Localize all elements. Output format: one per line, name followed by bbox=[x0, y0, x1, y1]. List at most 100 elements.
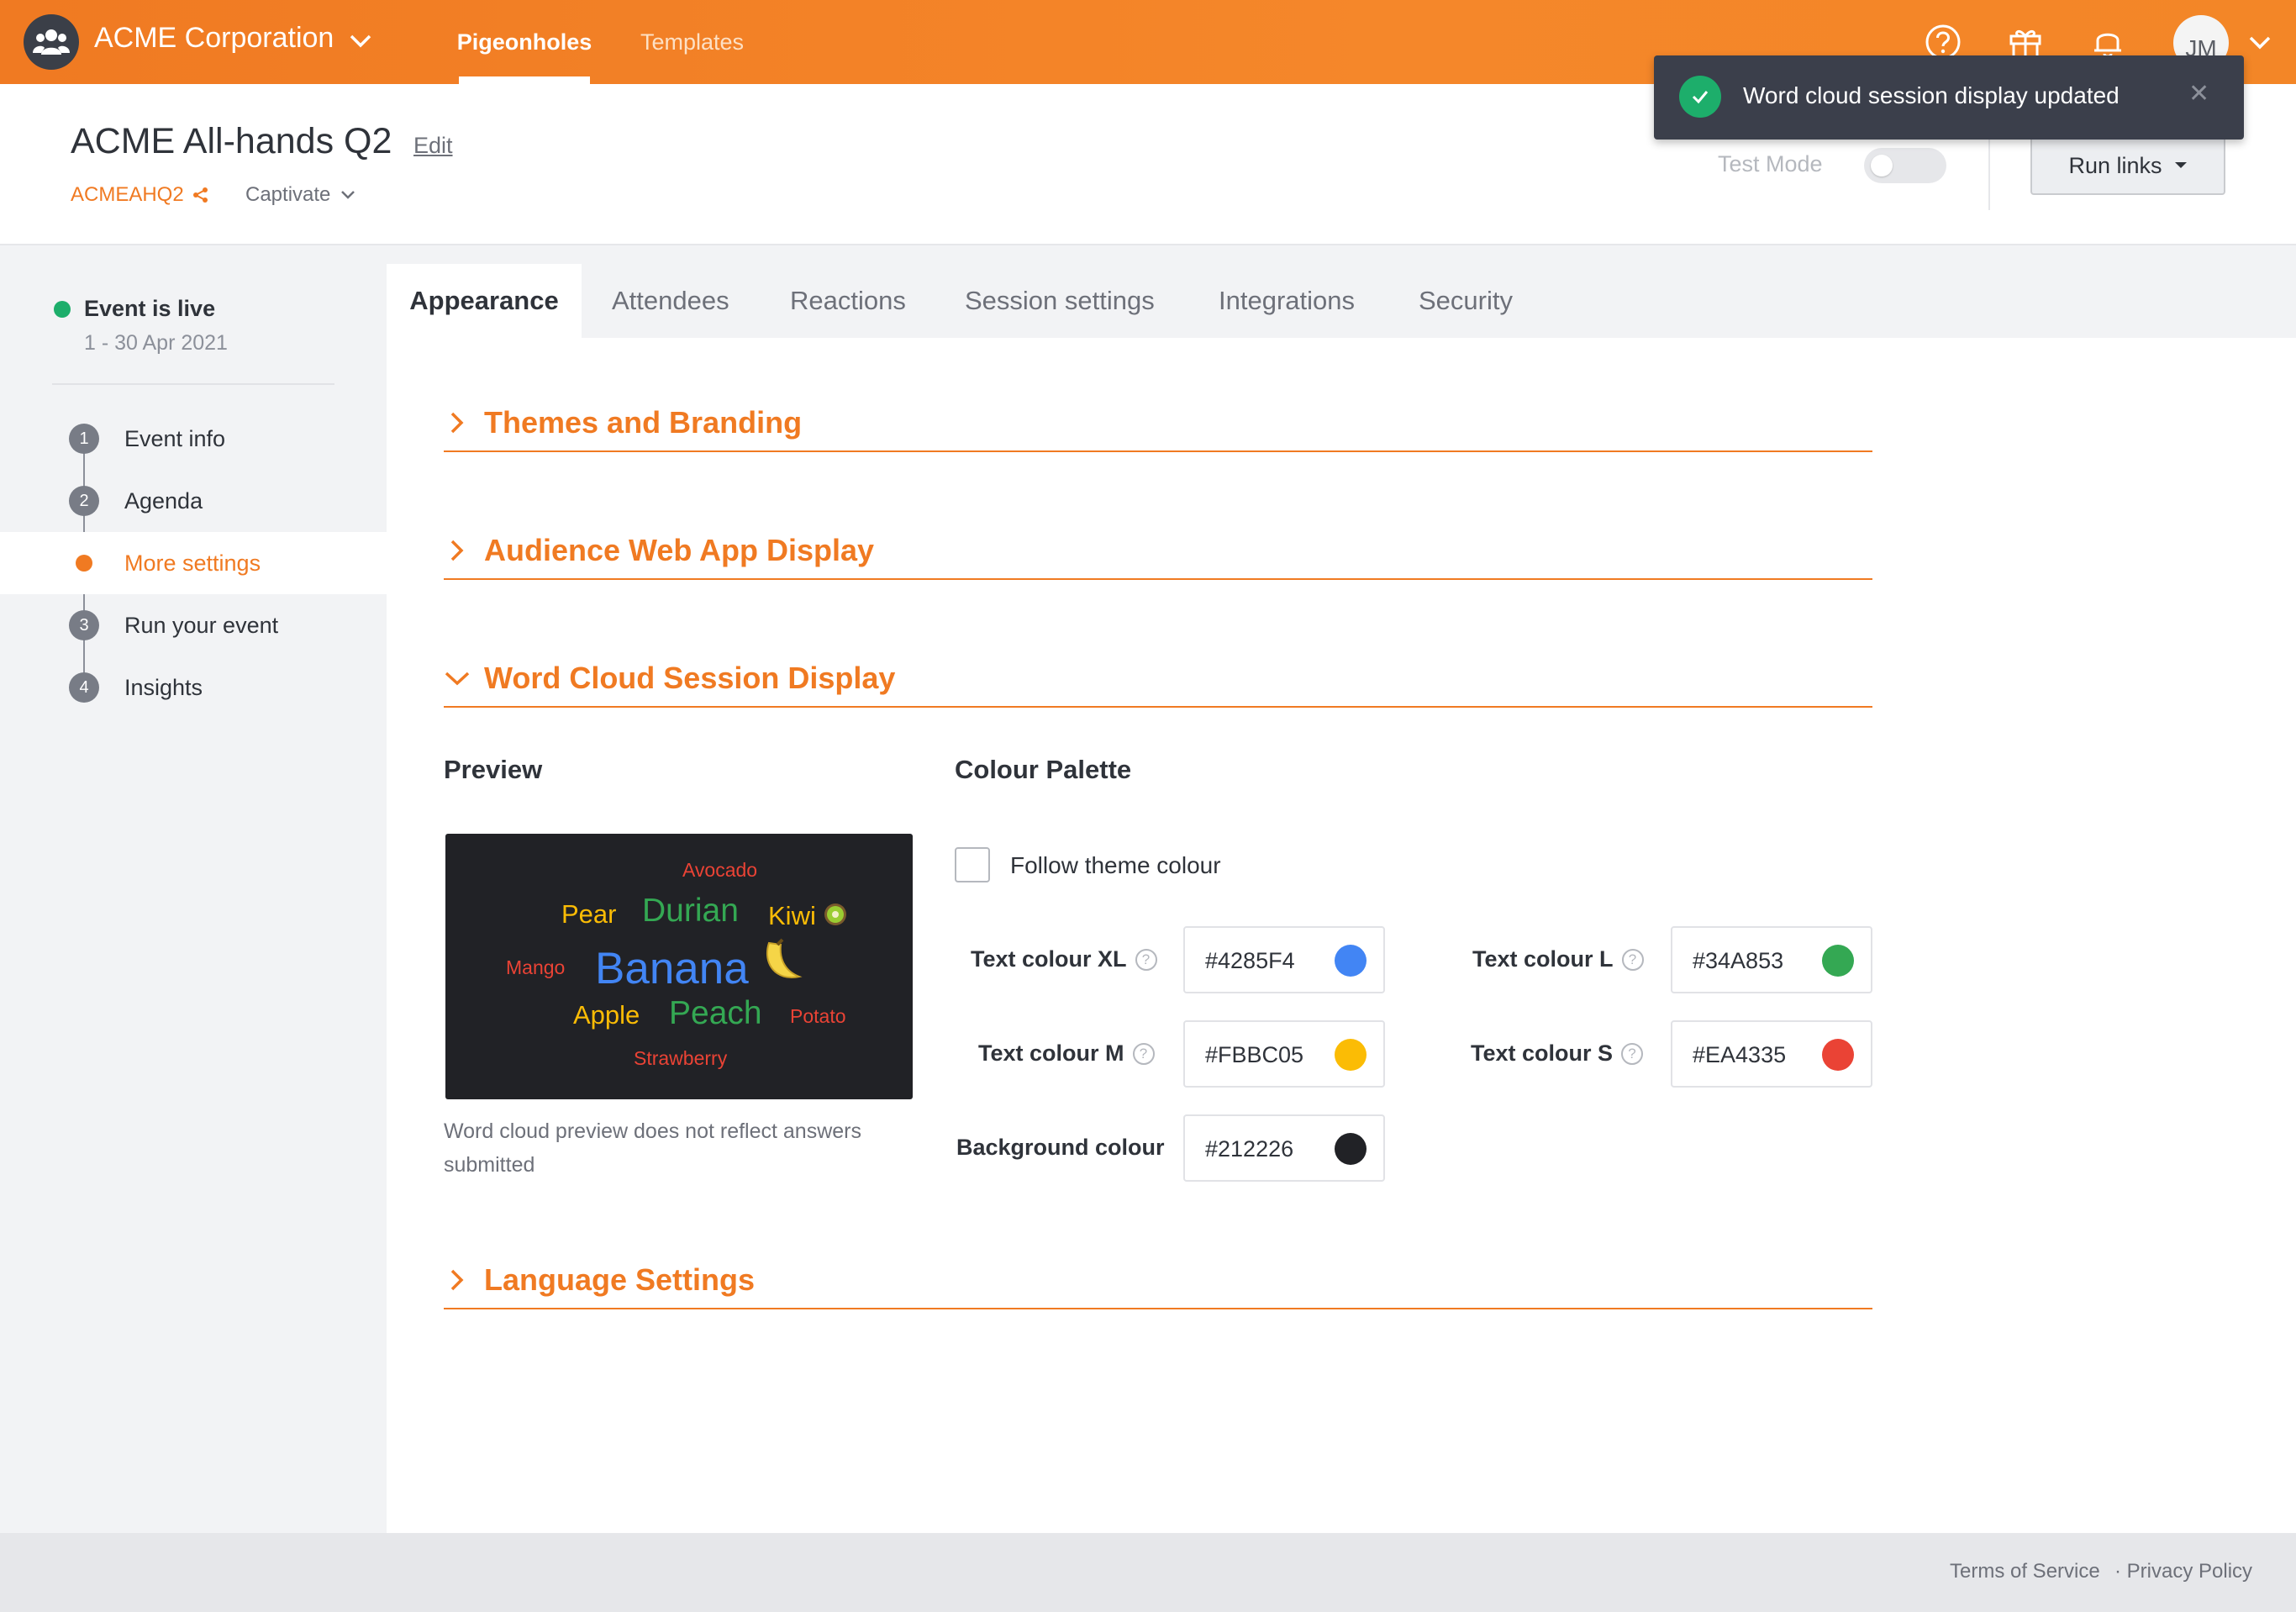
tab-integrations[interactable]: Integrations bbox=[1219, 264, 1355, 338]
test-mode-toggle[interactable] bbox=[1864, 148, 1946, 183]
text-colour-xl-input[interactable]: #4285F4 bbox=[1183, 926, 1385, 993]
run-links-button[interactable]: Run links bbox=[2030, 136, 2225, 195]
color-swatch[interactable] bbox=[1822, 1039, 1854, 1071]
text-colour-m-label: Text colour M? bbox=[978, 1040, 1155, 1067]
color-swatch[interactable] bbox=[1822, 945, 1854, 977]
org-name[interactable]: ACME Corporation bbox=[94, 22, 334, 55]
tab-security[interactable]: Security bbox=[1419, 264, 1513, 338]
sidebar-item-more-settings[interactable]: More settings bbox=[0, 532, 387, 594]
test-mode-label: Test Mode bbox=[1718, 151, 1823, 176]
text-colour-m-input[interactable]: #FBBC05 bbox=[1183, 1020, 1385, 1088]
nav-active-indicator bbox=[459, 76, 590, 84]
color-value: #4285F4 bbox=[1205, 948, 1295, 973]
section-language-settings[interactable]: Language Settings bbox=[444, 1259, 1872, 1309]
chevron-down-icon bbox=[445, 672, 470, 686]
word-strawberry: Strawberry bbox=[634, 1047, 728, 1069]
word-mango: Mango bbox=[506, 956, 566, 978]
event-status: Event is live bbox=[84, 296, 216, 321]
color-swatch[interactable] bbox=[1335, 1039, 1367, 1071]
color-value: #EA4335 bbox=[1693, 1042, 1787, 1067]
background-colour-label: Background colour bbox=[956, 1135, 1165, 1161]
section-word-cloud[interactable]: Word Cloud Session Display bbox=[444, 657, 1872, 708]
plan-label: Captivate bbox=[245, 183, 331, 206]
plan-dropdown[interactable]: Captivate bbox=[245, 183, 357, 207]
section-audience-web-app[interactable]: Audience Web App Display bbox=[444, 529, 1872, 580]
close-icon[interactable]: ✕ bbox=[2188, 79, 2209, 108]
step-dot bbox=[76, 555, 92, 572]
word-banana-text: Banana bbox=[595, 944, 749, 993]
color-value: #212226 bbox=[1205, 1136, 1294, 1162]
chevron-right-icon bbox=[450, 1269, 464, 1291]
section-title: Audience Web App Display bbox=[484, 533, 875, 567]
word-kiwi: Kiwi bbox=[768, 901, 848, 931]
text-colour-s-input[interactable]: #EA4335 bbox=[1671, 1020, 1872, 1088]
word-durian: Durian bbox=[642, 893, 739, 929]
privacy-link[interactable]: · Privacy Policy bbox=[2114, 1560, 2252, 1583]
banana-icon bbox=[766, 938, 803, 978]
chevron-down-icon bbox=[341, 191, 355, 199]
tab-attendees[interactable]: Attendees bbox=[612, 264, 729, 338]
text-colour-l-label: Text colour L? bbox=[1472, 946, 1644, 972]
label-text: Text colour L bbox=[1472, 946, 1614, 972]
settings-tabs: Appearance Attendees Reactions Session s… bbox=[387, 245, 2296, 338]
word-potato: Potato bbox=[790, 1005, 846, 1027]
toast-message: Word cloud session display updated bbox=[1743, 82, 2120, 108]
tab-session-settings[interactable]: Session settings bbox=[965, 264, 1155, 338]
help-icon[interactable]: ? bbox=[1621, 948, 1644, 971]
tab-appearance[interactable]: Appearance bbox=[387, 264, 582, 338]
word-avocado: Avocado bbox=[682, 859, 758, 881]
page-title: ACME All-hands Q2 bbox=[71, 121, 392, 161]
event-code[interactable]: ACMEAHQ2 bbox=[71, 183, 209, 207]
preview-caption: Word cloud preview does not reflect answ… bbox=[444, 1119, 861, 1177]
help-icon[interactable]: ? bbox=[1621, 1042, 1644, 1065]
label-text: Text colour S bbox=[1471, 1040, 1614, 1066]
chevron-down-icon[interactable] bbox=[346, 27, 375, 55]
divider bbox=[52, 383, 334, 385]
word-apple: Apple bbox=[573, 1000, 640, 1030]
color-value: #FBBC05 bbox=[1205, 1042, 1304, 1067]
help-icon[interactable]: ? bbox=[1135, 948, 1157, 971]
sidebar-item-agenda[interactable]: 2 Agenda bbox=[0, 470, 387, 532]
tab-reactions[interactable]: Reactions bbox=[790, 264, 906, 338]
palette-title: Colour Palette bbox=[955, 755, 1132, 784]
nav-templates[interactable]: Templates bbox=[640, 0, 744, 84]
color-swatch[interactable] bbox=[1335, 1133, 1367, 1165]
sidebar-item-label: Run your event bbox=[124, 612, 279, 638]
edit-link[interactable]: Edit bbox=[413, 133, 453, 159]
live-status-dot bbox=[54, 301, 71, 318]
footer: Terms of Service · Privacy Policy bbox=[0, 1533, 2296, 1612]
nav-pigeonholes[interactable]: Pigeonholes bbox=[457, 0, 592, 84]
section-title: Themes and Branding bbox=[484, 405, 803, 440]
section-themes-branding[interactable]: Themes and Branding bbox=[444, 402, 1872, 452]
step-number: 4 bbox=[69, 672, 99, 703]
sidebar-item-label: More settings bbox=[124, 550, 261, 576]
word-kiwi-text: Kiwi bbox=[768, 901, 816, 930]
sidebar-item-insights[interactable]: 4 Insights bbox=[0, 656, 387, 719]
chevron-down-icon[interactable] bbox=[2246, 29, 2274, 57]
org-logo-icon[interactable] bbox=[24, 14, 79, 70]
color-swatch[interactable] bbox=[1335, 945, 1367, 977]
sidebar-item-event-info[interactable]: 1 Event info bbox=[0, 408, 387, 470]
word-pear: Pear bbox=[561, 899, 617, 929]
terms-link[interactable]: Terms of Service bbox=[1950, 1560, 2100, 1583]
label-text: Background colour bbox=[956, 1135, 1165, 1160]
text-colour-l-input[interactable]: #34A853 bbox=[1671, 926, 1872, 993]
sidebar-item-label: Insights bbox=[124, 674, 203, 700]
event-code-text: ACMEAHQ2 bbox=[71, 183, 184, 206]
share-icon bbox=[192, 187, 208, 203]
step-number: 2 bbox=[69, 486, 99, 516]
follow-theme-label: Follow theme colour bbox=[1010, 852, 1221, 878]
caret-down-icon bbox=[2174, 162, 2187, 168]
word-cloud-preview: Avocado Pear Durian Kiwi Mango Banana Ap… bbox=[445, 834, 913, 1099]
event-dates: 1 - 30 Apr 2021 bbox=[84, 331, 228, 355]
divider bbox=[1988, 138, 1990, 210]
text-colour-xl-label: Text colour XL? bbox=[971, 946, 1157, 972]
help-icon[interactable]: ? bbox=[1132, 1042, 1155, 1065]
follow-theme-checkbox[interactable] bbox=[955, 847, 990, 882]
check-circle-icon bbox=[1679, 76, 1721, 118]
step-number: 3 bbox=[69, 610, 99, 640]
toggle-knob bbox=[1871, 155, 1893, 176]
sidebar-item-run-your-event[interactable]: 3 Run your event bbox=[0, 594, 387, 656]
text-colour-s-label: Text colour S? bbox=[1471, 1040, 1644, 1067]
background-colour-input[interactable]: #212226 bbox=[1183, 1114, 1385, 1182]
